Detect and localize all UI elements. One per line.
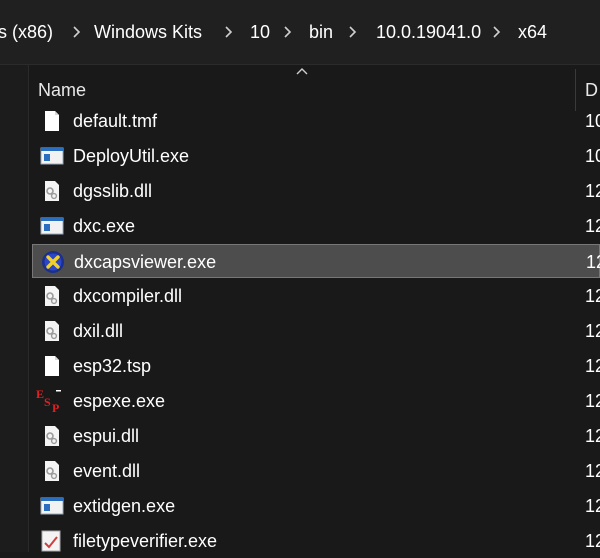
file-date: 12 [585, 216, 600, 236]
file-date: 10 [585, 111, 600, 131]
file-row[interactable]: esp32.tsp 12 [32, 349, 600, 383]
file-row[interactable]: DeployUtil.exe 10 [32, 139, 600, 173]
file-name: extidgen.exe [73, 496, 176, 516]
svg-text:E: E [36, 387, 44, 401]
file-name: dxc.exe [73, 216, 136, 236]
file-row[interactable]: default.tmf 10 [32, 104, 600, 138]
dll-gear-icon [40, 459, 64, 483]
chevron-right-icon[interactable] [70, 19, 84, 45]
file-row[interactable]: dxil.dll 12 [32, 314, 600, 348]
breadcrumb-item[interactable]: x64 [518, 19, 547, 45]
file-date: 12 [585, 321, 600, 341]
file-name: DeployUtil.exe [73, 146, 190, 166]
application-icon [40, 494, 64, 518]
chevron-right-icon[interactable] [490, 19, 504, 45]
dll-gear-icon [40, 179, 64, 203]
dll-gear-icon [40, 284, 64, 308]
file-row[interactable]: extidgen.exe 12 [32, 489, 600, 523]
file-date: 12 [585, 461, 600, 481]
file-date: 12 [585, 531, 600, 551]
breadcrumb-item[interactable]: s (x86) [0, 19, 53, 45]
dll-gear-icon [40, 424, 64, 448]
breadcrumb-item[interactable]: 10 [250, 19, 270, 45]
file-name: dgsslib.dll [73, 181, 153, 201]
address-bar[interactable]: s (x86) Windows Kits 10 bin 10.0.19041.0… [0, 0, 600, 64]
application-icon [40, 214, 64, 238]
chevron-right-icon[interactable] [281, 19, 295, 45]
pane-splitter[interactable] [28, 65, 29, 552]
svg-text:P: P [52, 401, 59, 413]
file-date: 10 [585, 146, 600, 166]
column-header-date[interactable]: D [585, 80, 598, 101]
dll-gear-icon [40, 319, 64, 343]
file-date: 12 [585, 426, 600, 446]
chevron-right-icon[interactable] [346, 19, 360, 45]
file-row[interactable]: dxcompiler.dll 12 [32, 279, 600, 313]
file-date: 12 [585, 391, 600, 411]
file-row-selected[interactable]: dxcapsviewer.exe 12 [32, 244, 600, 278]
column-header-name[interactable]: Name [38, 80, 86, 101]
svg-text:S: S [44, 395, 51, 409]
file-name: espui.dll [73, 426, 140, 446]
file-date: 12 [585, 286, 600, 306]
document-icon [40, 109, 64, 133]
file-name: dxcompiler.dll [73, 286, 183, 306]
sort-ascending-icon [296, 68, 308, 75]
file-date: 12 [585, 496, 600, 516]
document-icon [40, 354, 64, 378]
application-icon [40, 144, 64, 168]
verifier-app-icon [40, 529, 64, 553]
directx-icon [41, 250, 65, 274]
navigation-pane[interactable] [0, 65, 28, 552]
breadcrumb-item[interactable]: 10.0.19041.0 [376, 19, 481, 45]
file-row[interactable]: espui.dll 12 [32, 419, 600, 453]
file-row[interactable]: filetypeverifier.exe 12 [32, 524, 600, 558]
file-row[interactable]: dgsslib.dll 12 [32, 174, 600, 208]
breadcrumb-item[interactable]: bin [309, 19, 333, 45]
file-row[interactable]: event.dll 12 [32, 454, 600, 488]
file-row[interactable]: ESPespexe.exe12 [32, 384, 600, 418]
file-date: 12 [586, 252, 600, 272]
file-row[interactable]: dxc.exe 12 [32, 209, 600, 243]
chevron-right-icon[interactable] [222, 19, 236, 45]
file-name: default.tmf [73, 111, 158, 131]
file-name: espexe.exe [73, 391, 166, 411]
file-name: filetypeverifier.exe [73, 531, 218, 551]
file-date: 12 [585, 181, 600, 201]
file-name: dxcapsviewer.exe [74, 252, 217, 272]
file-date: 12 [585, 356, 600, 376]
file-name: event.dll [73, 461, 141, 481]
breadcrumb-item[interactable]: Windows Kits [94, 19, 202, 45]
file-name: dxil.dll [73, 321, 124, 341]
esp-logo-icon: ESP [36, 387, 66, 415]
file-name: esp32.tsp [73, 356, 152, 376]
